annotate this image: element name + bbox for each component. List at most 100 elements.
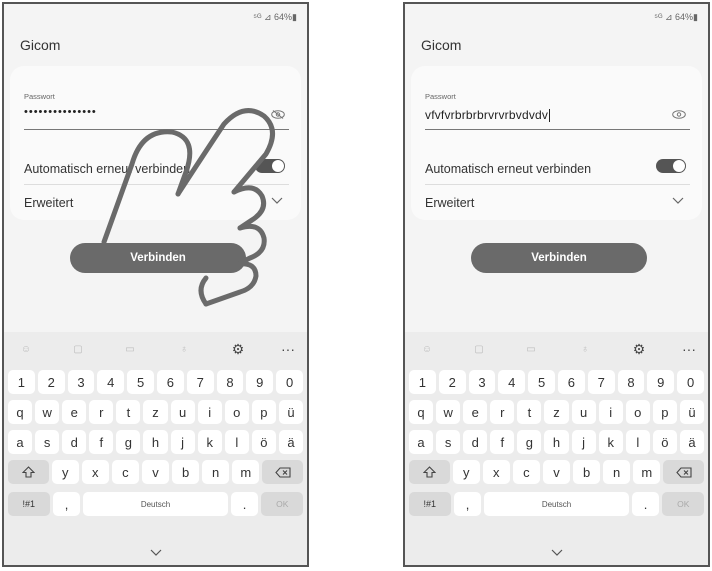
key[interactable]: h (143, 430, 168, 454)
gif-icon[interactable]: ▭ (523, 341, 539, 357)
key[interactable]: t (116, 400, 141, 424)
key[interactable]: c (512, 460, 540, 484)
symbols-key[interactable]: !#1 (8, 492, 50, 516)
key[interactable]: k (197, 430, 222, 454)
key[interactable]: r (89, 400, 114, 424)
key[interactable]: v (542, 460, 571, 484)
key[interactable]: 3 (468, 370, 496, 394)
more-icon[interactable]: ··· (280, 341, 296, 357)
key[interactable]: 0 (677, 370, 704, 394)
key[interactable]: ö (251, 430, 276, 454)
key[interactable]: i (598, 400, 623, 424)
password-field[interactable]: vfvfvrbrbrbrvrvrbvdvdv (425, 108, 551, 123)
key[interactable]: n (202, 460, 230, 484)
advanced-label[interactable]: Erweitert (425, 196, 474, 210)
key[interactable]: m (232, 460, 260, 484)
key[interactable]: 8 (216, 370, 244, 394)
period-key[interactable]: . (631, 492, 660, 516)
hide-keyboard-icon[interactable] (551, 549, 563, 557)
connect-button[interactable]: Verbinden (70, 243, 246, 273)
key[interactable]: 5 (528, 370, 555, 394)
key[interactable]: y (51, 460, 79, 484)
key[interactable]: u (571, 400, 596, 424)
key[interactable]: k (598, 430, 623, 454)
settings-icon[interactable]: ⚙ (230, 341, 246, 357)
key[interactable]: d (62, 430, 87, 454)
ok-key[interactable]: OK (261, 492, 304, 516)
key[interactable]: j (170, 430, 195, 454)
shift-key[interactable] (409, 460, 450, 484)
key[interactable]: n (603, 460, 631, 484)
key[interactable]: i (197, 400, 222, 424)
key[interactable]: 5 (127, 370, 154, 394)
backspace-key[interactable] (663, 460, 704, 484)
advanced-label[interactable]: Erweitert (24, 196, 73, 210)
key[interactable]: 7 (587, 370, 615, 394)
key[interactable]: s (436, 430, 461, 454)
key[interactable]: q (409, 400, 434, 424)
key[interactable]: 0 (276, 370, 303, 394)
mic-icon[interactable]: ♁ (577, 341, 593, 357)
key[interactable]: z (544, 400, 569, 424)
period-key[interactable]: . (230, 492, 259, 516)
key[interactable]: f (490, 430, 515, 454)
key[interactable]: s (35, 430, 60, 454)
chevron-down-icon[interactable] (672, 197, 684, 205)
hide-keyboard-icon[interactable] (150, 549, 162, 557)
emoji-icon[interactable]: ☺ (18, 341, 34, 357)
chevron-down-icon[interactable] (271, 197, 283, 205)
key[interactable]: 7 (186, 370, 214, 394)
key[interactable]: 3 (67, 370, 95, 394)
key[interactable]: ä (679, 430, 705, 454)
mic-icon[interactable]: ♁ (176, 341, 192, 357)
hide-password-icon[interactable] (672, 110, 686, 119)
key[interactable]: t (517, 400, 542, 424)
sticker-icon[interactable]: ▢ (70, 341, 86, 357)
key[interactable]: g (116, 430, 141, 454)
key[interactable]: w (35, 400, 60, 424)
key[interactable]: ü (679, 400, 705, 424)
key[interactable]: 4 (498, 370, 526, 394)
key[interactable]: p (652, 400, 677, 424)
comma-key[interactable]: , (52, 492, 81, 516)
password-field[interactable]: ••••••••••••••• (24, 106, 97, 118)
key[interactable]: 2 (438, 370, 466, 394)
key[interactable]: ö (652, 430, 677, 454)
key[interactable]: 4 (97, 370, 125, 394)
key[interactable]: 1 (8, 370, 35, 394)
key[interactable]: 2 (37, 370, 65, 394)
key[interactable]: v (141, 460, 170, 484)
key[interactable]: b (172, 460, 200, 484)
sticker-icon[interactable]: ▢ (471, 341, 487, 357)
gif-icon[interactable]: ▭ (122, 341, 138, 357)
key[interactable]: ä (278, 430, 304, 454)
key[interactable]: o (224, 400, 249, 424)
key[interactable]: l (224, 430, 249, 454)
backspace-key[interactable] (262, 460, 303, 484)
key[interactable]: 9 (647, 370, 675, 394)
key[interactable]: x (81, 460, 109, 484)
key[interactable]: e (62, 400, 87, 424)
key[interactable]: a (409, 430, 434, 454)
key[interactable]: f (89, 430, 114, 454)
key[interactable]: h (544, 430, 569, 454)
key[interactable]: q (8, 400, 33, 424)
key[interactable]: b (573, 460, 601, 484)
key[interactable]: y (452, 460, 480, 484)
key[interactable]: g (517, 430, 542, 454)
comma-key[interactable]: , (453, 492, 482, 516)
key[interactable]: l (625, 430, 650, 454)
key[interactable]: j (571, 430, 596, 454)
key[interactable]: o (625, 400, 650, 424)
key[interactable]: r (490, 400, 515, 424)
key[interactable]: m (633, 460, 661, 484)
key[interactable]: 8 (617, 370, 645, 394)
key[interactable]: c (111, 460, 139, 484)
connect-button[interactable]: Verbinden (471, 243, 647, 273)
space-key[interactable]: Deutsch (484, 492, 629, 516)
key[interactable]: 6 (557, 370, 585, 394)
space-key[interactable]: Deutsch (83, 492, 228, 516)
symbols-key[interactable]: !#1 (409, 492, 451, 516)
emoji-icon[interactable]: ☺ (419, 341, 435, 357)
auto-reconnect-toggle[interactable] (656, 159, 686, 173)
